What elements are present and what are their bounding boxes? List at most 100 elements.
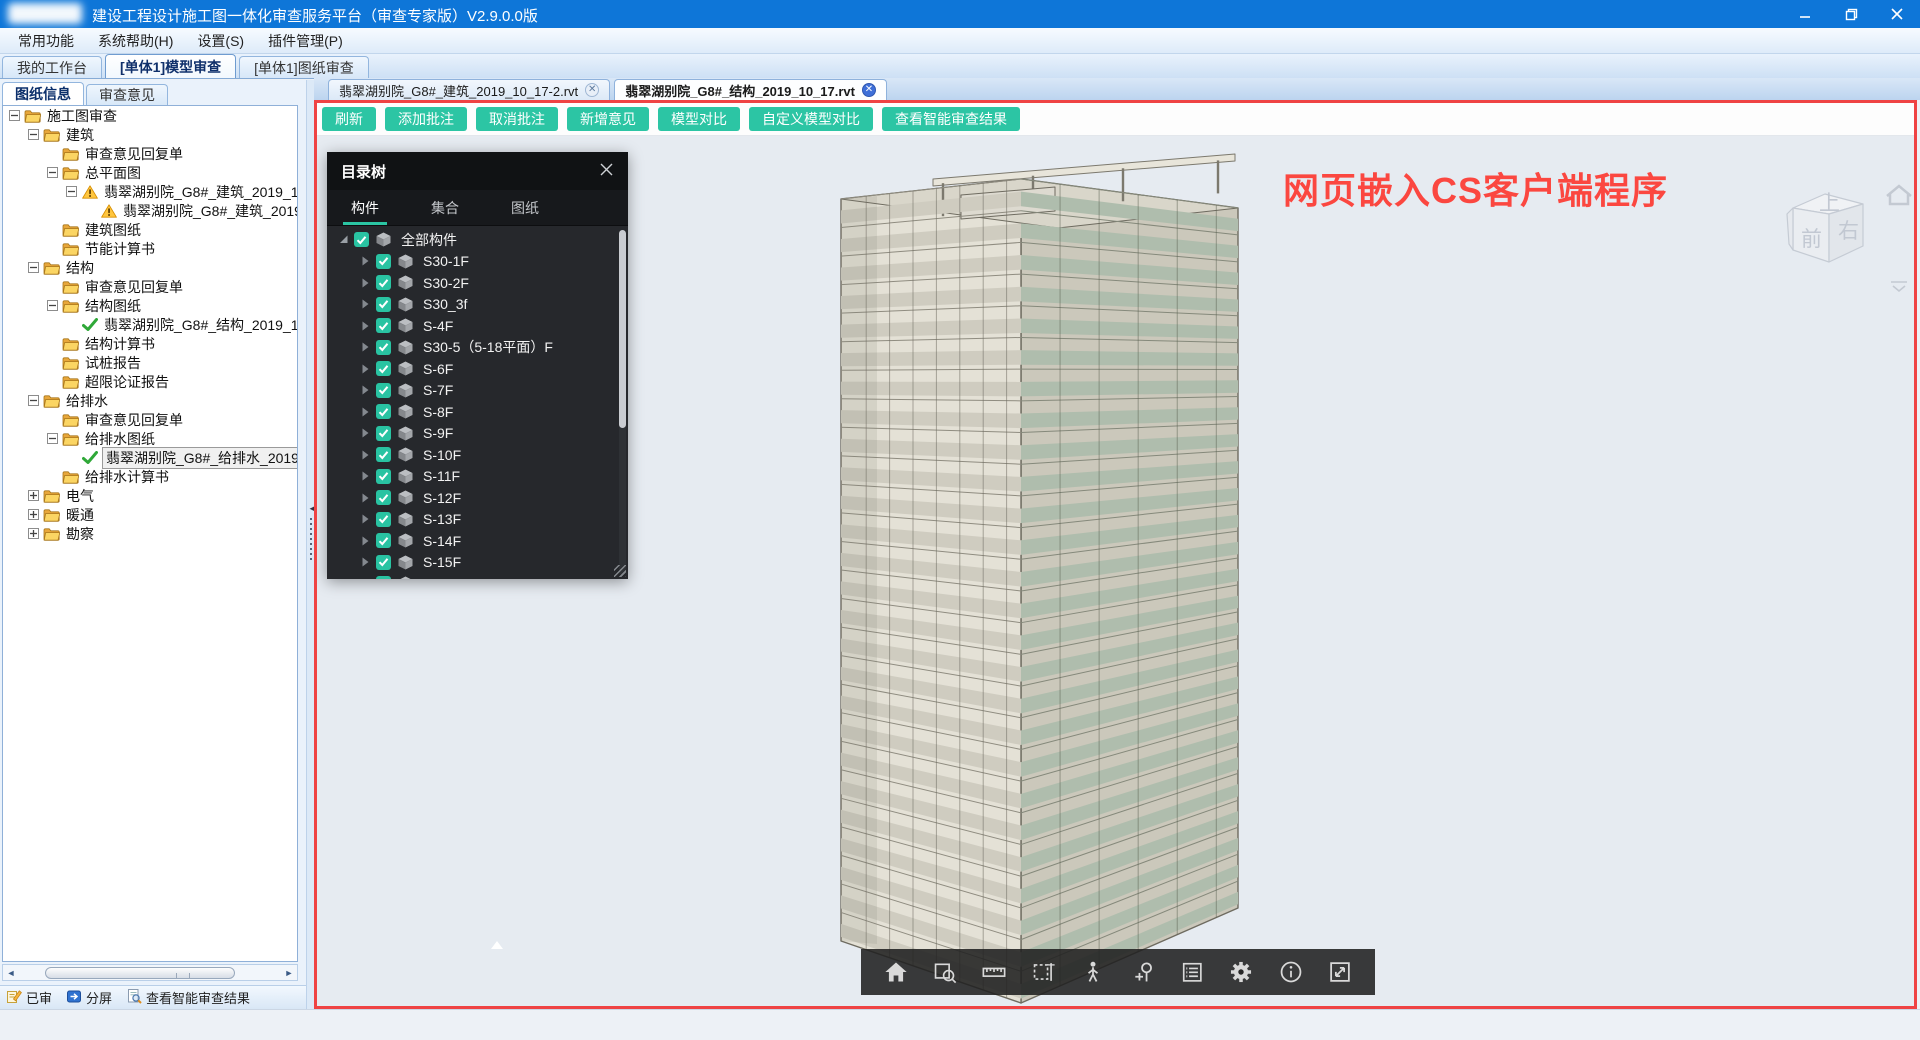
collapsed-arrow-icon[interactable] (359, 427, 371, 439)
close-icon[interactable]: ✕ (862, 83, 876, 97)
settings-icon[interactable] (1226, 957, 1256, 987)
section-icon[interactable] (1029, 957, 1059, 987)
collapsed-arrow-icon[interactable] (359, 578, 371, 579)
view-cube[interactable]: 前 右 上 (1779, 170, 1914, 300)
toolbar-button[interactable]: 查看智能审查结果 (882, 107, 1020, 131)
tree-item[interactable]: 给排水计算书 (3, 467, 297, 486)
menu-item[interactable]: 设置(S) (185, 29, 256, 53)
collapsed-arrow-icon[interactable] (359, 341, 371, 353)
left-panel-tab[interactable]: 审查意见 (86, 84, 168, 105)
tree-item[interactable]: 翡翠湖别院_G8#_给排水_2019_10_17 (3, 448, 297, 467)
measure-icon[interactable] (979, 957, 1009, 987)
collapsed-arrow-icon[interactable] (359, 492, 371, 504)
tree-item[interactable]: 给排水图纸 (3, 429, 297, 448)
tree-item[interactable]: 暖通 (3, 505, 297, 524)
scroll-left-icon[interactable]: ◄ (3, 965, 19, 980)
toolbar-button[interactable]: 刷新 (322, 107, 376, 131)
tree-item[interactable]: 施工图审查 (3, 106, 297, 125)
tree-expander-icon[interactable] (47, 167, 58, 178)
collapsed-arrow-icon[interactable] (359, 513, 371, 525)
catalog-item[interactable]: S-10F (327, 444, 628, 466)
checkbox-checked[interactable] (376, 490, 391, 505)
catalog-item[interactable]: S-4F (327, 315, 628, 337)
collapsed-arrow-icon[interactable] (359, 406, 371, 418)
close-icon[interactable]: ✕ (585, 83, 599, 97)
catalog-item[interactable]: 全部构件 (327, 229, 628, 251)
main-tab[interactable]: [单体1]模型审查 (105, 54, 236, 78)
catalog-scrollbar[interactable] (619, 230, 626, 575)
checkbox-checked[interactable] (376, 383, 391, 398)
catalog-tab[interactable]: 构件 (349, 190, 381, 225)
tree-horizontal-scrollbar[interactable]: ◄ ► (2, 964, 298, 981)
tree-item[interactable]: 审查意见回复单 (3, 144, 297, 163)
tree-expander-icon[interactable] (28, 528, 39, 539)
scroll-right-icon[interactable]: ► (281, 965, 297, 980)
map-pin-icon[interactable] (1128, 957, 1158, 987)
collapsed-arrow-icon[interactable] (359, 449, 371, 461)
checkbox-checked[interactable] (376, 555, 391, 570)
resize-grip[interactable] (614, 565, 626, 577)
checkbox-checked[interactable] (376, 275, 391, 290)
collapsed-arrow-icon[interactable] (359, 556, 371, 568)
minimize-icon[interactable] (1782, 0, 1828, 28)
info-icon[interactable] (1276, 957, 1306, 987)
tree-item[interactable]: 审查意见回复单 (3, 277, 297, 296)
collapsed-arrow-icon[interactable] (359, 320, 371, 332)
tree-item[interactable]: 节能计算书 (3, 239, 297, 258)
tree-item[interactable]: 翡翠湖别院_G8#_结构_2019_10_17. r (3, 315, 297, 334)
tree-item[interactable]: 总平面图 (3, 163, 297, 182)
catalog-item[interactable]: S-16F (327, 573, 628, 579)
tree-item[interactable]: 翡翠湖别院_G8#_建筑_2019_10_17. r (3, 182, 297, 201)
checkbox-checked[interactable] (376, 340, 391, 355)
checkbox-checked[interactable] (376, 426, 391, 441)
catalog-item[interactable]: S-13F (327, 509, 628, 531)
restore-icon[interactable] (1828, 0, 1874, 28)
collapsed-arrow-icon[interactable] (359, 470, 371, 482)
walk-icon[interactable] (1078, 957, 1108, 987)
tree-expander-icon[interactable] (28, 509, 39, 520)
tree-expander-icon[interactable] (28, 262, 39, 273)
status-item[interactable]: 分屏 (66, 988, 112, 1007)
tree-expander-icon[interactable] (28, 129, 39, 140)
tree-expander-icon[interactable] (28, 395, 39, 406)
catalog-tab[interactable]: 集合 (429, 190, 461, 225)
checkbox-checked[interactable] (376, 318, 391, 333)
catalog-item[interactable]: S-15F (327, 552, 628, 574)
home-icon[interactable] (881, 957, 911, 987)
expanded-arrow-icon[interactable] (337, 234, 349, 246)
tree-item[interactable]: 电气 (3, 486, 297, 505)
status-item[interactable]: 已审 (6, 988, 52, 1007)
fullscreen-icon[interactable] (1325, 957, 1355, 987)
catalog-item[interactable]: S30-5（5-18平面）F (327, 337, 628, 359)
tree-item[interactable]: 结构图纸 (3, 296, 297, 315)
toolbar-button[interactable]: 取消批注 (476, 107, 558, 131)
catalog-item[interactable]: S-14F (327, 530, 628, 552)
checkbox-checked[interactable] (376, 533, 391, 548)
collapsed-arrow-icon[interactable] (359, 363, 371, 375)
tree-item[interactable]: 勘察 (3, 524, 297, 543)
collapsed-arrow-icon[interactable] (359, 535, 371, 547)
close-icon[interactable] (599, 162, 614, 181)
catalog-item[interactable]: S30_3f (327, 294, 628, 316)
close-icon[interactable] (1874, 0, 1920, 28)
tree-item[interactable]: 结构计算书 (3, 334, 297, 353)
tree-item[interactable]: 审查意见回复单 (3, 410, 297, 429)
tree-item[interactable]: 给排水 (3, 391, 297, 410)
catalog-item[interactable]: S-11F (327, 466, 628, 488)
tree-expander-icon[interactable] (47, 300, 58, 311)
menu-item[interactable]: 常用功能 (6, 29, 86, 53)
checkbox-checked[interactable] (376, 254, 391, 269)
list-icon[interactable] (1177, 957, 1207, 987)
checkbox-checked[interactable] (354, 232, 369, 247)
scrollbar-thumb[interactable] (619, 230, 626, 428)
tree-expander-icon[interactable] (66, 186, 77, 197)
catalog-item[interactable]: S-9F (327, 423, 628, 445)
toolbar-button[interactable]: 新增意见 (567, 107, 649, 131)
checkbox-checked[interactable] (376, 447, 391, 462)
catalog-item[interactable]: S-6F (327, 358, 628, 380)
zoom-region-icon[interactable] (930, 957, 960, 987)
tree-expander-icon[interactable] (28, 490, 39, 501)
model-viewport[interactable]: 网页嵌入CS客户端程序 前 右 上 (317, 136, 1914, 1006)
tree-expander-icon[interactable] (9, 110, 20, 121)
collapsed-arrow-icon[interactable] (359, 384, 371, 396)
